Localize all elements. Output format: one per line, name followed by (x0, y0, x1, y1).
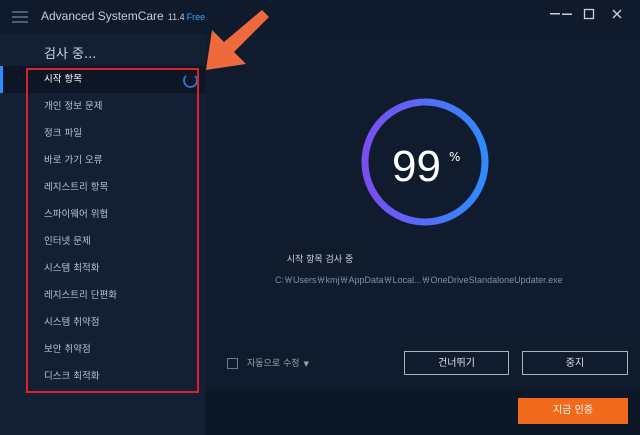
scan-item-label: 보안 취약점 (44, 344, 91, 355)
chevron-down-icon: ▼ (303, 360, 309, 368)
close-icon[interactable] (607, 8, 627, 24)
scan-item-label: 바로 가기 오류 (44, 155, 103, 166)
scan-item-label: 인터넷 문제 (44, 236, 91, 247)
scan-item-registry-defrag[interactable]: 레지스트리 단편화 (0, 282, 205, 309)
scan-item-shortcut[interactable]: 바로 가기 오류 (0, 147, 205, 174)
loading-spinner-icon (183, 73, 198, 88)
auto-fix-checkbox[interactable] (227, 358, 238, 369)
stop-button[interactable]: 중지 (522, 351, 628, 375)
menu-icon[interactable] (12, 11, 28, 23)
skip-button[interactable]: 건너뛰기 (404, 351, 509, 375)
maximize-icon[interactable] (579, 8, 599, 24)
progress-percent: 99 (392, 142, 441, 191)
scan-item-junk[interactable]: 정크 파일 (0, 120, 205, 147)
scan-item-spyware[interactable]: 스파이웨어 위협 (0, 201, 205, 228)
active-indicator (0, 66, 3, 93)
scan-item-label: 레지스트리 항목 (44, 182, 109, 193)
scan-status: 시작 항목 검사 중 (286, 255, 354, 265)
scan-item-security-vuln[interactable]: 보안 취약점 (0, 336, 205, 363)
scan-heading: 검사 중... (44, 47, 97, 62)
app-window: Advanced SystemCare 11.4 Free 검사 중... 시작 항… (0, 0, 640, 435)
scan-item-privacy[interactable]: 개인 정보 문제 (0, 93, 205, 120)
annotation-arrow-icon (206, 10, 269, 70)
app-version: 11.4 (167, 12, 185, 22)
app-name: Advanced SystemCare (41, 9, 164, 23)
app-title: Advanced SystemCare 11.4 Free (41, 9, 205, 23)
scan-item-disk-optimize[interactable]: 디스크 최적화 (0, 363, 205, 390)
scan-item-label: 디스크 최적화 (44, 371, 100, 382)
scan-item-startup[interactable]: 시작 항목 (0, 66, 205, 93)
fix-now-button[interactable]: 지금 인증 (518, 398, 628, 424)
scan-item-label: 스파이웨어 위협 (44, 209, 109, 220)
scan-path: C:￦Users￦kmj￦AppData￦Local...￦OneDriveSt… (275, 275, 563, 285)
auto-fix-dropdown[interactable]: 자동으로 수정 ▼ (247, 356, 309, 369)
scan-item-label: 개인 정보 문제 (44, 101, 103, 112)
title-bar: Advanced SystemCare 11.4 Free (0, 0, 640, 34)
auto-fix-label: 자동으로 수정 (247, 359, 300, 369)
minimize-icon[interactable] (557, 8, 577, 24)
percent-sign: % (449, 150, 461, 164)
scan-item-label: 시작 항목 (44, 74, 82, 85)
scan-item-label: 시스템 취약점 (44, 317, 100, 328)
scan-item-internet[interactable]: 인터넷 문제 (0, 228, 205, 255)
scan-item-label: 정크 파일 (44, 128, 82, 139)
scan-item-registry[interactable]: 레지스트리 항목 (0, 174, 205, 201)
scan-item-system-vuln[interactable]: 시스템 취약점 (0, 309, 205, 336)
scan-item-label: 레지스트리 단편화 (44, 290, 117, 301)
